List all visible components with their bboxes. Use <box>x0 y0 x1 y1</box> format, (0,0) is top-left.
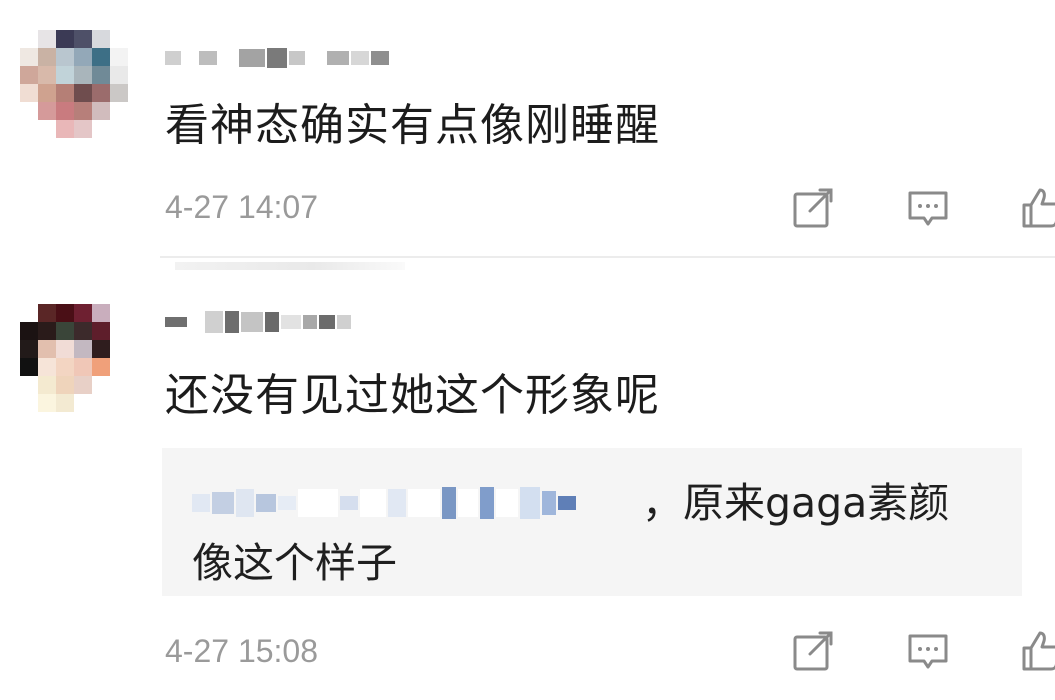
reply-separator: ， <box>642 479 683 527</box>
comment-text: 还没有见过她这个形象呢 <box>165 370 660 421</box>
comment-icon <box>908 634 948 669</box>
comment-item: 看神态确实有点像刚睡醒 4-27 14:07 <box>0 0 1055 256</box>
like-icon <box>1022 188 1055 228</box>
like-icon <box>1022 631 1055 671</box>
avatar[interactable] <box>20 30 128 140</box>
avatar[interactable] <box>20 304 128 414</box>
reply-text-continued: 像这个样子 <box>192 539 397 587</box>
reply-line: ， 原来gaga素颜 <box>192 478 949 528</box>
reply-button[interactable] <box>903 183 953 233</box>
comment-actions <box>735 183 1055 233</box>
share-icon <box>793 631 833 671</box>
reply-button[interactable] <box>903 626 953 676</box>
username-pixelated[interactable] <box>165 40 405 76</box>
share-button[interactable] <box>788 183 838 233</box>
reply-preview[interactable]: ， 原来gaga素颜 像这个样子 <box>162 448 1022 596</box>
like-button[interactable] <box>1017 183 1055 233</box>
share-button[interactable] <box>788 626 838 676</box>
reply-text: 原来gaga素颜 <box>683 479 950 527</box>
username-pixelated[interactable] <box>165 304 385 340</box>
reply-username-pixelated[interactable] <box>192 483 642 523</box>
comment-actions <box>735 626 1055 676</box>
comment-timestamp: 4-27 15:08 <box>165 633 319 669</box>
comment-icon <box>908 191 948 226</box>
share-icon <box>793 188 833 228</box>
like-button[interactable] <box>1017 626 1055 676</box>
comment-timestamp: 4-27 14:07 <box>165 189 319 225</box>
comment-text: 看神态确实有点像刚睡醒 <box>165 100 660 151</box>
